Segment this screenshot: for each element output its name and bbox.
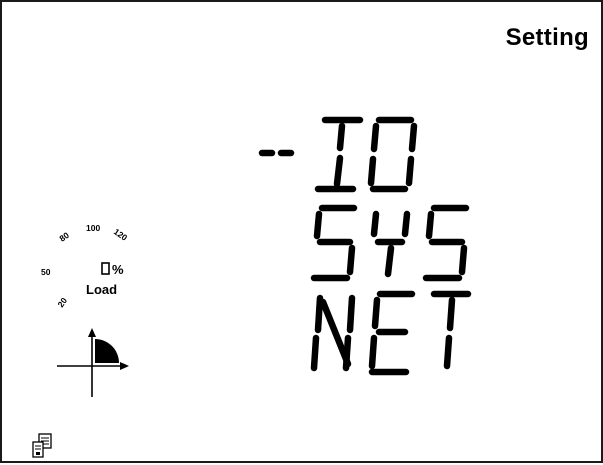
gauge-tick-80: 80 xyxy=(57,230,71,244)
quadrant-indicator xyxy=(57,328,129,397)
segment-char-E xyxy=(368,290,416,376)
segment-char-S xyxy=(422,204,470,282)
segment-char-Y xyxy=(370,210,411,278)
quadrant-1-active xyxy=(95,339,119,363)
gauge-tick-120: 120 xyxy=(112,226,130,242)
segment-char-S xyxy=(310,204,358,282)
lcd-segment-display: 20 50 80 100 120 % Load xyxy=(32,116,472,458)
segment-char-I xyxy=(314,116,364,193)
menu-item-net[interactable] xyxy=(310,290,472,376)
load-gauge: 20 50 80 100 120 % Load xyxy=(41,223,129,309)
segment-char-N xyxy=(310,294,356,372)
gauge-tick-100: 100 xyxy=(86,223,100,233)
load-digit-placeholder xyxy=(101,262,110,275)
gauge-tick-20: 20 xyxy=(55,295,69,309)
segment-char-T xyxy=(430,290,472,370)
menu-item-sys[interactable] xyxy=(310,204,470,282)
menu-item-io[interactable] xyxy=(314,116,418,193)
lcd-screen: Setting 20 50 80 100 120 % Load xyxy=(0,0,603,463)
segment-char-O xyxy=(367,116,418,193)
communication-device-icon xyxy=(32,433,52,458)
load-unit: % xyxy=(112,262,124,277)
gauge-tick-50: 50 xyxy=(41,267,51,277)
load-caption: Load xyxy=(86,282,117,297)
